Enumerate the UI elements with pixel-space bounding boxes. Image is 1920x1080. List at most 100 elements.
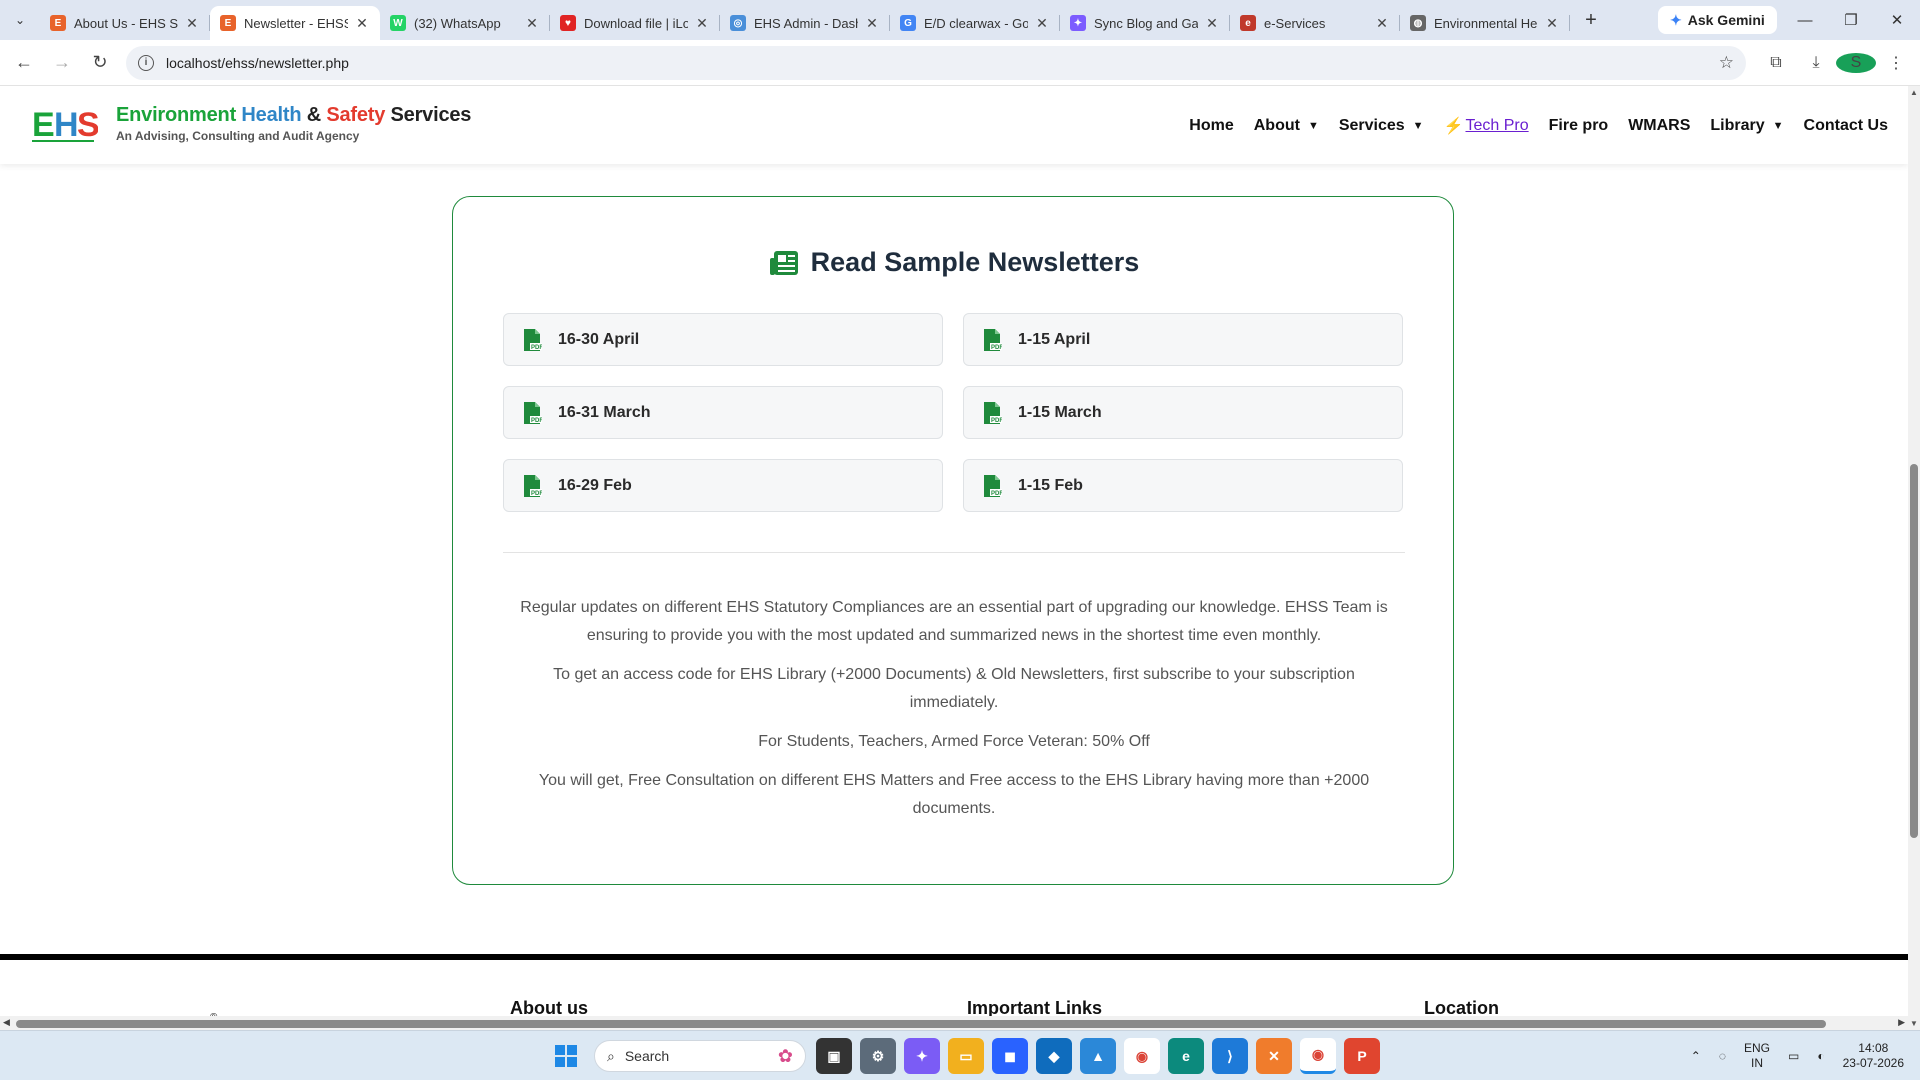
- copilot-icon[interactable]: ✦: [904, 1038, 940, 1074]
- language-indicator[interactable]: ENG IN: [1744, 1041, 1770, 1071]
- office-icon[interactable]: ◆: [1036, 1038, 1072, 1074]
- nav-home[interactable]: Home: [1189, 117, 1233, 135]
- nav-wmars[interactable]: WMARS: [1628, 117, 1690, 135]
- tab-title: EHS Admin - Dashl: [754, 15, 858, 31]
- tab-close-icon[interactable]: ✕: [864, 15, 880, 32]
- vertical-scroll-thumb[interactable]: [1910, 464, 1918, 838]
- network-status-icon[interactable]: ◌: [1719, 1049, 1726, 1064]
- restore-icon[interactable]: ❐: [1828, 0, 1874, 40]
- pdf-reader-icon[interactable]: P: [1344, 1038, 1380, 1074]
- back-icon[interactable]: ←: [6, 45, 42, 81]
- file-explorer-icon[interactable]: ▭: [948, 1038, 984, 1074]
- pdf-file-icon: PDF: [984, 328, 1002, 351]
- bookmark-star-icon[interactable]: ☆: [1719, 53, 1734, 73]
- minimize-icon[interactable]: —: [1782, 0, 1828, 40]
- tab-close-icon[interactable]: ✕: [524, 15, 540, 32]
- newsletter-pdf-link[interactable]: PDF 1-15 March: [963, 386, 1403, 439]
- tab-close-icon[interactable]: ✕: [354, 15, 370, 32]
- tab-favicon-icon: ✦: [1070, 15, 1086, 31]
- display-icon[interactable]: ▭: [1788, 1049, 1799, 1064]
- tab-close-icon[interactable]: ✕: [1374, 15, 1390, 32]
- download-icon[interactable]: ⤓: [1796, 54, 1836, 72]
- tab-close-icon[interactable]: ✕: [1544, 15, 1560, 32]
- nav-about[interactable]: About ▼: [1254, 117, 1319, 135]
- browser-tab[interactable]: ◍ Environmental Hea ✕: [1400, 6, 1570, 40]
- nav-tech-pro[interactable]: ⚡ Tech Pro: [1444, 116, 1529, 136]
- tab-search-dropdown-icon[interactable]: ⌄: [0, 0, 40, 40]
- task-view-icon[interactable]: ▣: [816, 1038, 852, 1074]
- vertical-scrollbar[interactable]: ▲ ▼: [1908, 86, 1920, 1030]
- newsletter-item-label: 1-15 March: [1018, 403, 1102, 421]
- browser-tab[interactable]: ♥ Download file | iLo ✕: [550, 6, 720, 40]
- scroll-right-icon[interactable]: ▶: [1898, 1017, 1905, 1028]
- browser-menu-icon[interactable]: ⋮: [1876, 53, 1916, 73]
- tab-list: E About Us - EHS Se ✕ E Newsletter - EHSS ✕ W (…: [40, 0, 1570, 40]
- tab-close-icon[interactable]: ✕: [1204, 15, 1220, 32]
- address-toolbar: ← → ↻ i localhost/ehss/newsletter.php ☆ …: [0, 40, 1920, 86]
- svg-text:PDF: PDF: [991, 491, 1002, 497]
- tab-close-icon[interactable]: ✕: [184, 15, 200, 32]
- newsletter-pdf-link[interactable]: PDF 16-29 Feb: [503, 459, 943, 512]
- ehs-logo[interactable]: E H S: [32, 102, 98, 146]
- divider: [503, 552, 1405, 553]
- browser-tab[interactable]: E About Us - EHS Se ✕: [40, 6, 210, 40]
- tab-title: e-Services: [1264, 15, 1326, 31]
- taskbar-search[interactable]: ⌕ Search ✿: [594, 1040, 806, 1072]
- xampp-icon[interactable]: ✕: [1256, 1038, 1292, 1074]
- scroll-down-icon[interactable]: ▼: [1908, 1019, 1920, 1028]
- nav-library[interactable]: Library ▼: [1710, 117, 1783, 135]
- new-tab-button[interactable]: +: [1574, 9, 1608, 32]
- nav-fire-pro[interactable]: Fire pro: [1549, 117, 1609, 135]
- svg-text:PDF: PDF: [991, 345, 1002, 351]
- browser-tab[interactable]: W (32) WhatsApp ✕: [380, 6, 550, 40]
- brand-block: Environment Health & Safety Services An …: [116, 104, 471, 143]
- tab-favicon-icon: ◎: [730, 15, 746, 31]
- browser-tab[interactable]: G E/D clearwax - Goo ✕: [890, 6, 1060, 40]
- scroll-left-icon[interactable]: ◀: [3, 1017, 10, 1028]
- clock[interactable]: 14:08 23-07-2026: [1843, 1041, 1904, 1071]
- chevron-down-icon: ▼: [1307, 120, 1319, 132]
- store-icon[interactable]: ◼: [992, 1038, 1028, 1074]
- newsletter-item-label: 1-15 April: [1018, 330, 1091, 348]
- close-window-icon[interactable]: ✕: [1874, 0, 1920, 40]
- newsletter-item-label: 16-30 April: [558, 330, 640, 348]
- extensions-icon[interactable]: ⧉: [1756, 54, 1796, 72]
- clock-time: 14:08: [1858, 1041, 1889, 1055]
- volume-icon[interactable]: ◐: [1817, 1049, 1824, 1064]
- chrome-active-icon[interactable]: ◉: [1300, 1038, 1336, 1074]
- pdf-file-icon: PDF: [524, 328, 542, 351]
- edge-icon[interactable]: e: [1168, 1038, 1204, 1074]
- scroll-up-icon[interactable]: ▲: [1908, 88, 1920, 97]
- photos-icon[interactable]: ▲: [1080, 1038, 1116, 1074]
- nav-services[interactable]: Services ▼: [1339, 117, 1424, 135]
- brand-word-health: Health: [241, 104, 302, 126]
- newsletter-pdf-link[interactable]: PDF 16-30 April: [503, 313, 943, 366]
- newsletter-pdf-link[interactable]: PDF 16-31 March: [503, 386, 943, 439]
- tab-close-icon[interactable]: ✕: [1034, 15, 1050, 32]
- ask-gemini-button[interactable]: ✦ Ask Gemini: [1658, 6, 1777, 34]
- browser-tab[interactable]: E Newsletter - EHSS ✕: [210, 6, 380, 40]
- vscode-icon[interactable]: ⟩: [1212, 1038, 1248, 1074]
- tab-close-icon[interactable]: ✕: [694, 15, 710, 32]
- site-info-icon[interactable]: i: [138, 54, 154, 71]
- forward-icon[interactable]: →: [44, 45, 80, 81]
- browser-tab[interactable]: ✦ Sync Blog and Gall ✕: [1060, 6, 1230, 40]
- settings-gear-icon[interactable]: ⚙: [860, 1038, 896, 1074]
- windows-start-icon[interactable]: [548, 1038, 584, 1074]
- svg-text:S: S: [77, 106, 98, 144]
- horizontal-scroll-thumb[interactable]: [16, 1020, 1826, 1028]
- reload-icon[interactable]: ↻: [82, 45, 118, 81]
- newsletter-card: Read Sample Newsletters PDF 16-30 April PD…: [452, 196, 1454, 885]
- browser-tab[interactable]: ◎ EHS Admin - Dashl ✕: [720, 6, 890, 40]
- newsletter-pdf-link[interactable]: PDF 1-15 Feb: [963, 459, 1403, 512]
- url-bar[interactable]: i localhost/ehss/newsletter.php ☆: [126, 45, 1746, 80]
- newsletter-pdf-link[interactable]: PDF 1-15 April: [963, 313, 1403, 366]
- taskbar-search-label: Search: [624, 1048, 670, 1064]
- tray-chevron-up-icon[interactable]: ⌃: [1691, 1049, 1701, 1064]
- browser-tab[interactable]: e e-Services ✕: [1230, 6, 1400, 40]
- nav-contact[interactable]: Contact Us: [1804, 117, 1888, 135]
- horizontal-scrollbar[interactable]: ◀ ▶: [0, 1016, 1908, 1030]
- chrome-icon[interactable]: ◉: [1124, 1038, 1160, 1074]
- tab-favicon-icon: G: [900, 15, 916, 31]
- profile-avatar[interactable]: S: [1836, 52, 1876, 73]
